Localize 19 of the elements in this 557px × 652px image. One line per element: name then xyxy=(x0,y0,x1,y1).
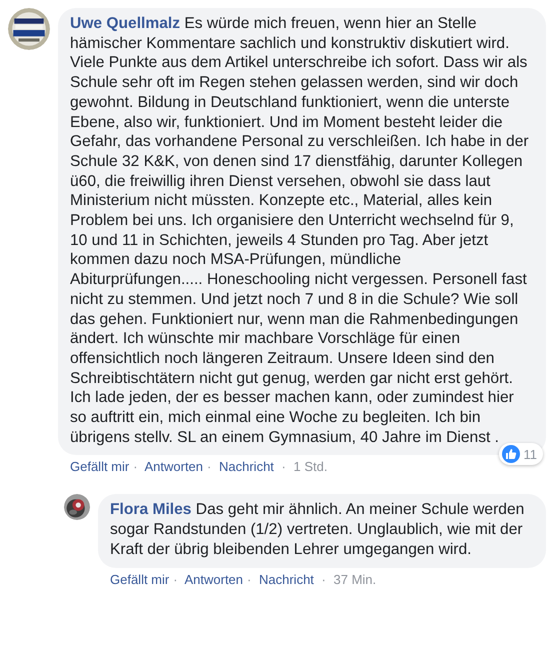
comment-text: Flora Miles Das geht mir ähnlich. An meiner Schule werden sogar Randstunden (1/2) vertreten. Unglaublich, wie mit der Kraft der übrig bleibenden Lehrer umgegangen wird. xyxy=(110,500,526,560)
reaction-count: 11 xyxy=(524,446,537,462)
author-link[interactable]: Flora Miles xyxy=(110,501,192,518)
action-link[interactable]: Nachricht xyxy=(259,572,314,587)
separator-dot: · xyxy=(322,572,326,587)
author-link[interactable]: Uwe Quellmalz xyxy=(70,15,180,32)
separator-dot: · xyxy=(207,459,212,474)
action-link[interactable]: Antworten xyxy=(184,572,244,587)
like-icon xyxy=(502,445,520,464)
separator-dot: · xyxy=(247,572,252,587)
action-link[interactable]: Antworten xyxy=(144,459,204,474)
timestamp: 1 Std. xyxy=(294,459,328,474)
action-link[interactable]: Gefällt mir xyxy=(110,572,170,587)
action-link[interactable]: Nachricht xyxy=(219,459,274,474)
action-link[interactable]: Gefällt mir xyxy=(70,459,130,474)
separator-dot: · xyxy=(282,459,286,474)
separator-dot: · xyxy=(173,572,178,587)
timestamp: 37 Min. xyxy=(334,572,376,587)
separator-dot: · xyxy=(133,459,138,474)
